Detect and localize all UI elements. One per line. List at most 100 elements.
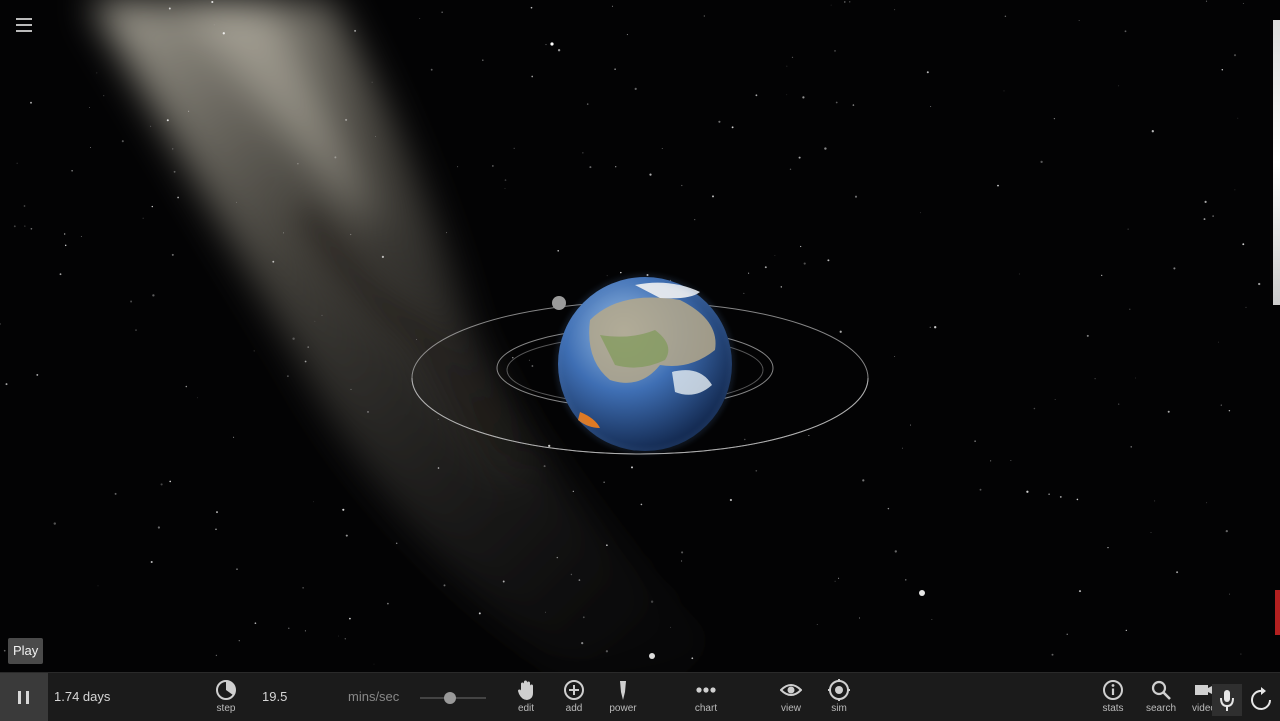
star xyxy=(774,255,776,256)
star xyxy=(171,148,174,150)
star xyxy=(1234,189,1236,191)
star xyxy=(1218,341,1219,343)
sim-button[interactable]: sim xyxy=(815,679,863,714)
star xyxy=(160,483,163,486)
star xyxy=(59,273,62,276)
tool-label: power xyxy=(609,703,637,714)
star xyxy=(1220,404,1222,406)
star xyxy=(375,136,376,137)
slider-knob[interactable] xyxy=(443,692,456,704)
star xyxy=(530,6,533,9)
star xyxy=(1151,130,1154,133)
star xyxy=(297,163,299,165)
earth-globe[interactable] xyxy=(557,276,733,452)
star xyxy=(839,330,842,333)
star xyxy=(345,118,348,121)
view-button[interactable]: view xyxy=(767,679,815,714)
star xyxy=(89,107,90,108)
star xyxy=(626,34,628,36)
tool-label: search xyxy=(1145,703,1176,714)
star xyxy=(816,624,818,625)
star xyxy=(478,612,481,615)
star xyxy=(835,101,838,104)
star xyxy=(1228,593,1231,595)
star xyxy=(142,217,144,219)
star xyxy=(531,75,534,78)
star xyxy=(744,438,746,441)
star xyxy=(800,245,802,248)
satellite-dot[interactable] xyxy=(649,653,655,659)
edit-button[interactable]: edit xyxy=(502,679,550,714)
star xyxy=(581,642,584,645)
search-button[interactable]: search xyxy=(1137,679,1185,714)
star xyxy=(371,81,373,83)
star xyxy=(437,418,439,420)
rotate-button[interactable] xyxy=(1244,684,1280,716)
pause-button[interactable] xyxy=(0,673,48,721)
star xyxy=(1258,282,1261,286)
star xyxy=(830,4,832,6)
star xyxy=(605,650,609,653)
side-panel-edge xyxy=(1273,20,1280,305)
star xyxy=(457,166,459,168)
star xyxy=(630,466,634,469)
add-button[interactable]: add xyxy=(550,679,598,714)
star xyxy=(1003,90,1005,92)
star xyxy=(151,205,153,208)
star xyxy=(395,542,398,545)
star xyxy=(920,212,921,214)
star xyxy=(862,479,865,482)
bottom-toolbar: 1.74 days step 19.5 mins/sec edit add po… xyxy=(0,672,1280,721)
star xyxy=(849,1,851,3)
star xyxy=(997,184,999,187)
hamburger-menu-icon[interactable] xyxy=(12,14,36,36)
star xyxy=(114,492,117,495)
microphone-button[interactable] xyxy=(1212,684,1242,716)
chart-button[interactable]: chart xyxy=(682,679,730,714)
star xyxy=(504,179,507,181)
star xyxy=(556,556,559,559)
star xyxy=(789,168,792,170)
star xyxy=(548,444,551,448)
space-viewport[interactable] xyxy=(0,0,1280,672)
speed-slider[interactable] xyxy=(420,692,486,704)
moon[interactable] xyxy=(552,296,566,310)
star xyxy=(13,225,16,228)
plus-circle-icon xyxy=(564,680,584,700)
star xyxy=(233,436,235,438)
star xyxy=(1059,495,1062,498)
star xyxy=(387,602,389,605)
star xyxy=(342,508,345,511)
play-tooltip: Play xyxy=(8,638,44,664)
star xyxy=(909,424,912,426)
satellite-dot[interactable] xyxy=(919,590,925,596)
star xyxy=(1118,403,1120,405)
star xyxy=(416,339,417,340)
star xyxy=(288,627,290,629)
star xyxy=(649,173,652,176)
step-button[interactable]: step xyxy=(202,679,250,714)
star xyxy=(1173,267,1176,270)
star xyxy=(53,522,56,525)
stats-button[interactable]: stats xyxy=(1089,679,1137,714)
star xyxy=(236,568,238,570)
star xyxy=(23,205,26,207)
star xyxy=(321,314,323,316)
search-icon xyxy=(1151,680,1171,700)
star xyxy=(531,365,534,367)
star xyxy=(803,262,806,265)
star xyxy=(894,9,896,11)
star xyxy=(711,195,715,198)
star xyxy=(1054,399,1056,400)
star xyxy=(302,587,304,589)
star xyxy=(373,663,375,665)
star xyxy=(545,44,547,46)
star xyxy=(620,271,622,274)
star xyxy=(313,501,314,503)
star xyxy=(1242,243,1245,246)
star xyxy=(1245,306,1247,308)
star xyxy=(1203,218,1206,221)
star xyxy=(236,201,237,203)
star xyxy=(512,357,514,359)
power-button[interactable]: power xyxy=(599,679,647,714)
